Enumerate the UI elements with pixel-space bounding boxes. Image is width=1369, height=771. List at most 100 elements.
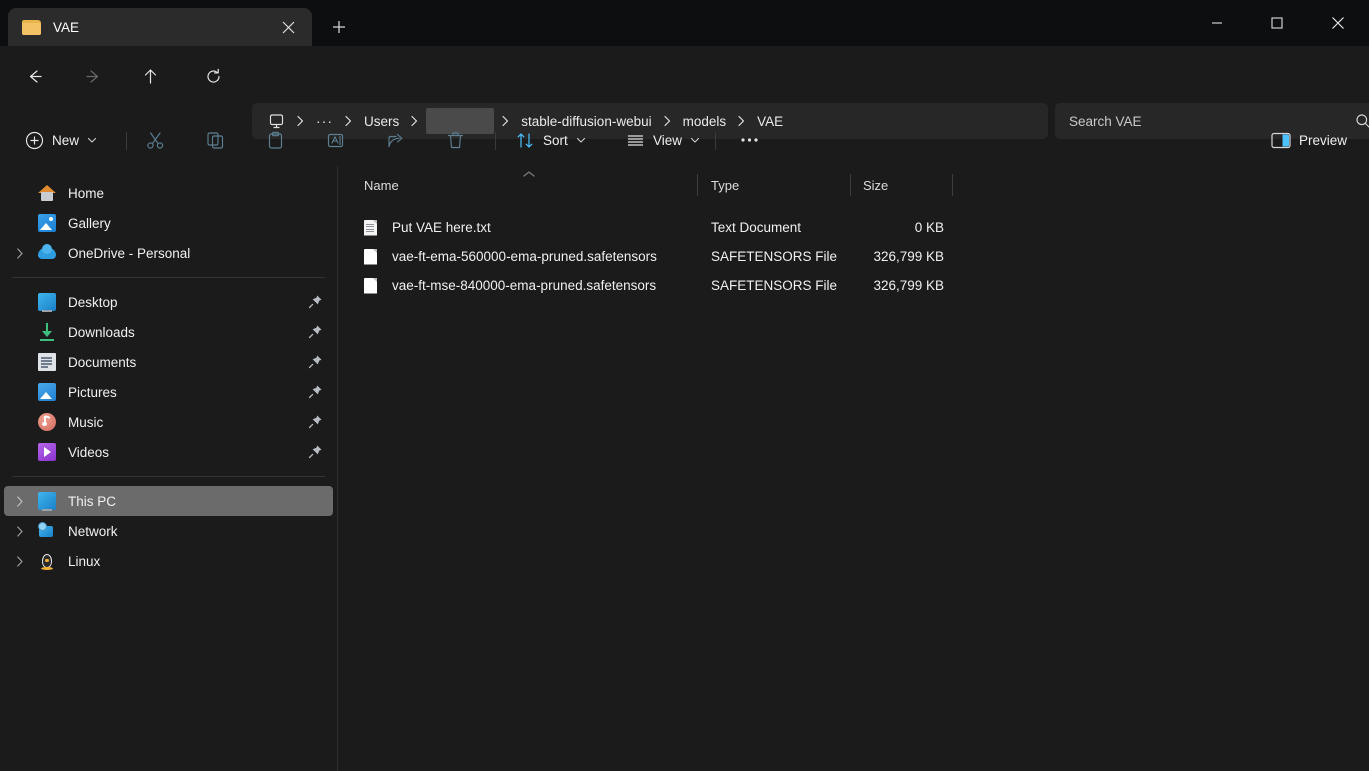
sidebar-label: Music bbox=[68, 414, 104, 430]
trash-icon bbox=[447, 131, 464, 148]
rename-button[interactable] bbox=[317, 122, 354, 158]
preview-pane-button[interactable]: Preview bbox=[1262, 122, 1356, 158]
maximize-icon bbox=[1271, 17, 1283, 29]
column-header-name[interactable]: Name bbox=[338, 166, 697, 204]
new-label: New bbox=[52, 132, 80, 148]
chevron-right-icon[interactable] bbox=[8, 546, 32, 576]
file-type-cell: Text Document bbox=[711, 220, 802, 235]
close-icon bbox=[1332, 17, 1344, 29]
up-button[interactable] bbox=[134, 60, 166, 92]
rename-icon bbox=[327, 133, 344, 147]
navigation-bar: ··· Users stable-diffusion-webui models … bbox=[0, 46, 1369, 139]
pin-icon[interactable] bbox=[308, 444, 323, 459]
sidebar-item-desktop[interactable]: Desktop bbox=[4, 287, 333, 317]
chevron-right-icon[interactable] bbox=[8, 516, 32, 546]
minimize-button[interactable] bbox=[1187, 0, 1247, 46]
linux-penguin-icon bbox=[38, 552, 56, 570]
pin-icon[interactable] bbox=[308, 294, 323, 309]
new-tab-button[interactable] bbox=[322, 11, 356, 43]
paste-button[interactable] bbox=[257, 122, 294, 158]
sidebar-label: Linux bbox=[68, 553, 101, 569]
scissors-icon bbox=[147, 131, 164, 149]
sidebar-item-videos[interactable]: Videos bbox=[4, 437, 333, 467]
sidebar-item-this-pc[interactable]: This PC bbox=[4, 486, 333, 516]
column-headers: Name Type Size bbox=[338, 166, 1369, 204]
text-file-icon bbox=[364, 219, 377, 236]
sidebar-label: Home bbox=[68, 185, 105, 201]
sidebar-item-gallery[interactable]: Gallery bbox=[4, 208, 333, 238]
sidebar-label: Gallery bbox=[68, 215, 111, 231]
sort-arrows-icon bbox=[517, 132, 533, 148]
close-icon[interactable] bbox=[274, 13, 302, 41]
sidebar-item-linux[interactable]: Linux bbox=[4, 546, 333, 576]
maximize-button[interactable] bbox=[1247, 0, 1307, 46]
table-row[interactable]: vae-ft-mse-840000-ema-pruned.safetensors… bbox=[338, 271, 1369, 300]
sidebar-item-network[interactable]: Network bbox=[4, 516, 333, 546]
toolbar-divider bbox=[495, 132, 496, 150]
file-name-cell: Put VAE here.txt bbox=[338, 219, 697, 236]
desktop-icon bbox=[38, 293, 56, 312]
sidebar-group-quick: Home Gallery OneDrive - Personal bbox=[0, 178, 337, 268]
sidebar-label: Documents bbox=[68, 354, 137, 370]
new-button[interactable]: New bbox=[16, 122, 106, 158]
refresh-button[interactable] bbox=[197, 60, 229, 92]
sidebar-label: Videos bbox=[68, 444, 110, 460]
toolbar-divider bbox=[715, 132, 716, 150]
table-row[interactable]: vae-ft-ema-560000-ema-pruned.safetensors… bbox=[338, 242, 1369, 271]
tab-vae[interactable]: VAE bbox=[8, 8, 312, 46]
title-bar: VAE bbox=[0, 0, 1369, 46]
command-toolbar: New Sort View Preview bbox=[0, 114, 1369, 166]
pictures-icon bbox=[38, 383, 56, 401]
downloads-icon bbox=[38, 323, 56, 341]
column-header-type[interactable]: Type bbox=[697, 166, 850, 204]
more-options-button[interactable] bbox=[731, 122, 768, 158]
plus-circle-icon bbox=[25, 131, 44, 149]
back-button[interactable] bbox=[18, 60, 50, 92]
sidebar-item-documents[interactable]: Documents bbox=[4, 347, 333, 377]
file-list-pane[interactable]: Name Type Size Put VAE here.txt Text Doc… bbox=[338, 166, 1369, 771]
share-icon bbox=[388, 133, 403, 147]
toolbar-divider bbox=[126, 132, 127, 150]
folder-icon bbox=[22, 19, 41, 35]
pin-icon[interactable] bbox=[308, 384, 323, 399]
sidebar-group-pinned: Desktop Downloads Documents Pictures Mus… bbox=[0, 287, 337, 467]
file-size-cell: 326,799 KB bbox=[873, 278, 944, 293]
sidebar-divider bbox=[12, 476, 325, 477]
sidebar-item-downloads[interactable]: Downloads bbox=[4, 317, 333, 347]
generic-file-icon bbox=[364, 248, 377, 265]
sidebar-label: Network bbox=[68, 523, 118, 539]
copy-button[interactable] bbox=[197, 122, 234, 158]
table-row[interactable]: Put VAE here.txt Text Document 0 KB bbox=[338, 213, 1369, 242]
chevron-right-icon[interactable] bbox=[8, 238, 32, 268]
sidebar-item-pictures[interactable]: Pictures bbox=[4, 377, 333, 407]
window-controls bbox=[1187, 0, 1369, 46]
window-close-button[interactable] bbox=[1307, 0, 1369, 46]
sidebar-item-home[interactable]: Home bbox=[4, 178, 333, 208]
view-lines-icon bbox=[627, 134, 644, 146]
sort-button[interactable]: Sort bbox=[507, 122, 595, 158]
chevron-right-icon[interactable] bbox=[8, 486, 32, 516]
chevron-down-icon bbox=[576, 137, 585, 143]
share-button[interactable] bbox=[377, 122, 414, 158]
sidebar-label: OneDrive - Personal bbox=[68, 245, 191, 261]
forward-button[interactable] bbox=[77, 60, 109, 92]
delete-button[interactable] bbox=[437, 122, 474, 158]
navigation-sidebar[interactable]: Home Gallery OneDrive - Personal Desktop… bbox=[0, 166, 337, 771]
network-icon bbox=[38, 522, 56, 540]
sidebar-item-onedrive[interactable]: OneDrive - Personal bbox=[4, 238, 333, 268]
view-label: View bbox=[653, 132, 683, 148]
column-header-size[interactable]: Size bbox=[850, 166, 952, 204]
arrow-right-icon bbox=[85, 69, 98, 83]
documents-icon bbox=[38, 353, 56, 371]
sidebar-label: This PC bbox=[68, 493, 117, 509]
cut-button[interactable] bbox=[137, 122, 174, 158]
pin-icon[interactable] bbox=[308, 414, 323, 429]
sidebar-item-music[interactable]: Music bbox=[4, 407, 333, 437]
sidebar-label: Desktop bbox=[68, 294, 118, 310]
file-explorer-window: VAE ··· Users stable-diffusion-webui mod… bbox=[0, 0, 1369, 771]
view-button[interactable]: View bbox=[617, 122, 709, 158]
preview-pane-icon bbox=[1271, 132, 1291, 148]
pin-icon[interactable] bbox=[308, 324, 323, 339]
videos-icon bbox=[38, 443, 56, 461]
pin-icon[interactable] bbox=[308, 354, 323, 369]
